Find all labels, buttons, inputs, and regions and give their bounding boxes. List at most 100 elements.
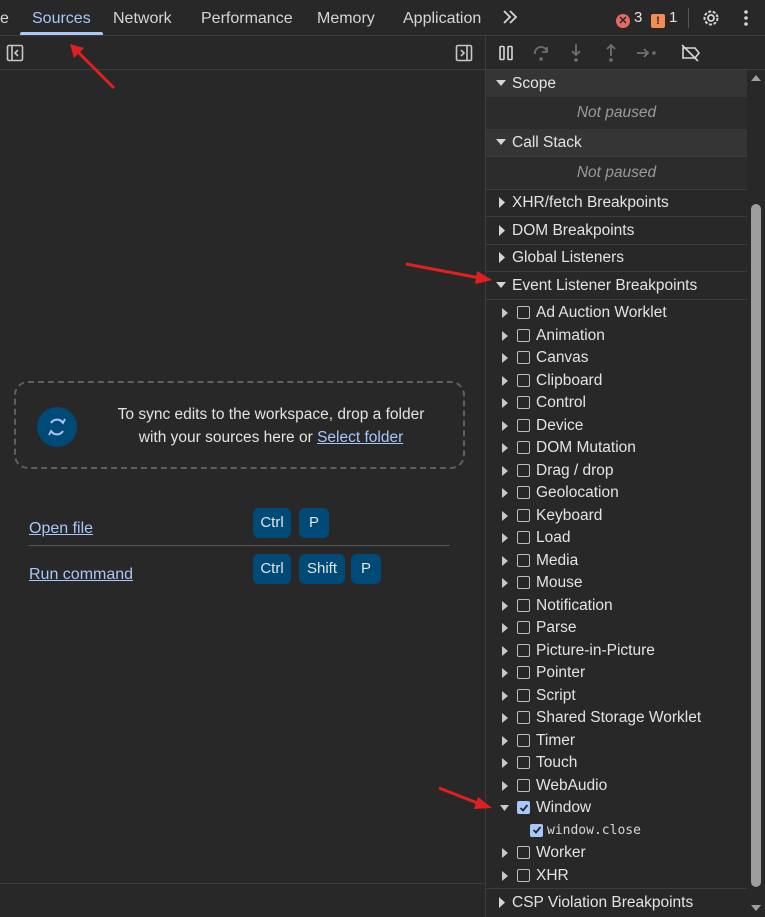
event-category-item[interactable]: DOM Mutation	[486, 437, 747, 459]
event-category-item[interactable]: Timer	[486, 730, 747, 752]
event-category-item[interactable]: Pointer	[486, 662, 747, 684]
collapsed-triangle-icon[interactable]	[500, 330, 510, 342]
step-over-icon[interactable]	[532, 44, 550, 62]
event-category-item[interactable]: Shared Storage Worklet	[486, 707, 747, 729]
settings-gear-icon[interactable]	[701, 8, 721, 28]
event-category-item[interactable]: Notification	[486, 595, 747, 617]
collapsed-triangle-icon[interactable]	[500, 307, 510, 319]
checkbox[interactable]	[517, 373, 530, 387]
collapsed-triangle-icon[interactable]	[500, 870, 510, 882]
event-category-item[interactable]: XHR	[486, 865, 747, 887]
collapsed-triangle-icon[interactable]	[500, 600, 510, 612]
event-category-item[interactable]: WebAudio	[486, 775, 747, 797]
checkbox[interactable]	[517, 643, 530, 657]
event-category-item[interactable]: Ad Auction Worklet	[486, 302, 747, 324]
scroll-up-arrow-icon[interactable]	[750, 74, 762, 82]
sidebar-scrollbar-thumb[interactable]	[751, 204, 761, 887]
section-csp-violation-breakpoints[interactable]: CSP Violation Breakpoints	[486, 889, 747, 916]
event-category-item[interactable]: Load	[486, 527, 747, 549]
collapsed-triangle-icon[interactable]	[500, 645, 510, 657]
event-category-item[interactable]: Clipboard	[486, 370, 747, 392]
event-sub-item[interactable]: window.close	[486, 820, 747, 842]
error-count-badge[interactable]: ✕ 3	[616, 9, 642, 28]
checkbox[interactable]	[517, 598, 530, 612]
collapsed-triangle-icon[interactable]	[500, 352, 510, 364]
collapsed-triangle-icon[interactable]	[500, 510, 510, 522]
checkbox[interactable]	[517, 688, 530, 702]
event-category-item[interactable]: Window	[486, 797, 747, 819]
event-category-item[interactable]: Parse	[486, 617, 747, 639]
event-category-item[interactable]: Worker	[486, 842, 747, 864]
collapsed-triangle-icon[interactable]	[500, 420, 510, 432]
collapsed-triangle-icon[interactable]	[500, 555, 510, 567]
expanded-triangle-icon[interactable]	[500, 802, 510, 814]
checkbox[interactable]	[517, 508, 530, 522]
checkbox[interactable]	[517, 486, 530, 499]
collapsed-triangle-icon[interactable]	[500, 532, 510, 544]
checkbox[interactable]	[517, 778, 530, 792]
checkbox[interactable]	[517, 666, 530, 679]
collapsed-triangle-icon[interactable]	[500, 442, 510, 454]
event-category-item[interactable]: Mouse	[486, 572, 747, 594]
more-tabs-icon[interactable]	[502, 8, 518, 26]
collapsed-triangle-icon[interactable]	[500, 847, 510, 859]
tab-application[interactable]: Application	[403, 0, 481, 35]
collapsed-triangle-icon[interactable]	[500, 667, 510, 679]
warning-count-badge[interactable]: ! 1	[651, 9, 677, 28]
section-dom-breakpoints[interactable]: DOM Breakpoints	[486, 217, 747, 244]
tab-memory[interactable]: Memory	[317, 0, 375, 35]
collapsed-triangle-icon[interactable]	[500, 735, 510, 747]
checkbox[interactable]	[517, 396, 530, 409]
tab-network[interactable]: Network	[113, 0, 172, 35]
section-xhr-breakpoints[interactable]: XHR/fetch Breakpoints	[486, 189, 747, 216]
checkbox[interactable]	[517, 868, 530, 882]
step-out-icon[interactable]	[603, 43, 619, 63]
pause-icon[interactable]	[498, 45, 514, 61]
collapsed-triangle-icon[interactable]	[500, 487, 510, 499]
checkbox[interactable]	[530, 823, 543, 837]
event-category-item[interactable]: Control	[486, 392, 747, 414]
event-category-item[interactable]: Keyboard	[486, 505, 747, 527]
checkbox[interactable]	[517, 846, 530, 859]
collapsed-triangle-icon[interactable]	[500, 712, 510, 724]
event-category-item[interactable]: Touch	[486, 752, 747, 774]
checkbox[interactable]	[517, 441, 530, 454]
tab-sources[interactable]: Sources	[20, 0, 103, 35]
section-call-stack[interactable]: Call Stack	[486, 129, 747, 156]
event-category-item[interactable]: Device	[486, 415, 747, 437]
collapsed-triangle-icon[interactable]	[500, 577, 510, 589]
step-icon[interactable]	[636, 45, 658, 61]
checkbox[interactable]	[517, 351, 530, 364]
toggle-debugger-icon[interactable]	[455, 44, 473, 62]
open-file-link[interactable]: Open file	[29, 520, 93, 538]
collapsed-triangle-icon[interactable]	[500, 465, 510, 477]
scroll-down-arrow-icon[interactable]	[750, 904, 762, 912]
select-folder-link[interactable]: Select folder	[317, 429, 403, 446]
checkbox[interactable]	[517, 306, 530, 319]
checkbox[interactable]	[517, 756, 530, 769]
section-scope[interactable]: Scope	[486, 70, 747, 97]
checkbox[interactable]	[517, 621, 530, 634]
checkbox[interactable]	[517, 418, 530, 432]
checkbox[interactable]	[517, 553, 530, 567]
collapsed-triangle-icon[interactable]	[500, 757, 510, 769]
checkbox[interactable]	[517, 463, 530, 477]
checkbox[interactable]	[517, 801, 530, 814]
tab-elements-partial[interactable]: e	[0, 0, 9, 35]
event-category-item[interactable]: Geolocation	[486, 482, 747, 504]
event-category-item[interactable]: Media	[486, 550, 747, 572]
step-into-icon[interactable]	[568, 43, 584, 63]
section-global-listeners[interactable]: Global Listeners	[486, 244, 747, 271]
workspace-drop-zone[interactable]: To sync edits to the workspace, drop a f…	[14, 381, 465, 469]
checkbox[interactable]	[517, 531, 530, 544]
event-category-item[interactable]: Canvas	[486, 347, 747, 369]
checkbox[interactable]	[517, 328, 530, 342]
tab-performance[interactable]: Performance	[201, 0, 293, 35]
event-category-item[interactable]: Drag / drop	[486, 460, 747, 482]
collapsed-triangle-icon[interactable]	[500, 780, 510, 792]
run-command-link[interactable]: Run command	[29, 566, 133, 584]
checkbox[interactable]	[517, 576, 530, 589]
event-category-item[interactable]: Picture-in-Picture	[486, 640, 747, 662]
collapsed-triangle-icon[interactable]	[500, 375, 510, 387]
deactivate-breakpoints-icon[interactable]	[680, 44, 702, 62]
